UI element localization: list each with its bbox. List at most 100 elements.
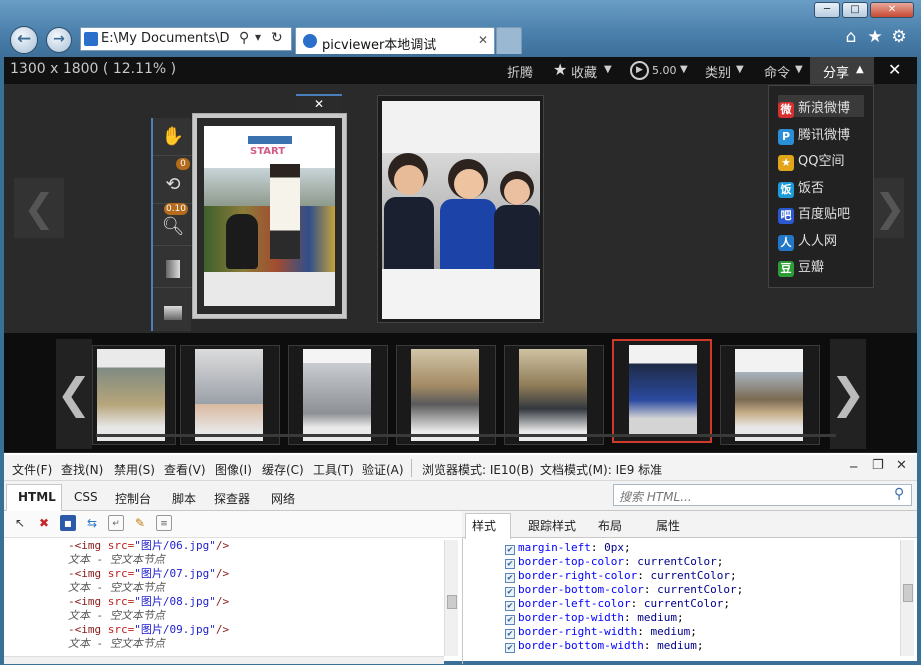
css-property-checkbox[interactable]: ✔ <box>505 587 515 597</box>
current-image[interactable]: START <box>204 126 335 306</box>
play-speed[interactable]: 5.00 <box>652 64 677 77</box>
code-line[interactable]: -<img src="图片/09.jpg"/> <box>68 623 229 637</box>
menu-command[interactable]: 命令 <box>764 62 790 81</box>
viewer-close-button[interactable]: ✕ <box>888 60 901 79</box>
tab-3[interactable]: 脚本 <box>172 490 196 507</box>
html-search-input[interactable]: 搜索 HTML... ⚲ <box>613 484 912 506</box>
menu-fold[interactable]: 折腾 <box>507 62 533 81</box>
code-line[interactable]: 文本 - 空文本节点 <box>68 553 165 567</box>
css-property-row[interactable]: ✔ border-bottom-color: currentColor; <box>505 583 743 597</box>
css-property-row[interactable]: ✔ border-bottom-width: medium; <box>505 639 703 653</box>
share-item-2[interactable]: ★ QQ空间 <box>778 148 864 171</box>
dom-view-icon[interactable]: ≡ <box>156 515 172 531</box>
code-line[interactable]: -<img src="图片/07.jpg"/> <box>68 567 229 581</box>
devtools-menu-item[interactable]: 文件(F) <box>12 461 52 478</box>
code-line[interactable]: 文本 - 空文本节点 <box>68 581 165 595</box>
devtools-undock-icon[interactable]: ❐ <box>872 458 884 473</box>
devtools-menu-item[interactable]: 查找(N) <box>61 461 103 478</box>
tab-1[interactable]: CSS <box>74 490 98 504</box>
tab-4[interactable]: 探查器 <box>214 490 250 507</box>
filmstrip-scrollbar[interactable] <box>96 434 836 437</box>
word-wrap-icon[interactable]: ↵ <box>108 515 124 531</box>
html-tree-scrollbar[interactable] <box>444 540 458 656</box>
devtools-menu-item[interactable]: 缓存(C) <box>262 461 304 478</box>
favorites-icon[interactable]: ★ <box>864 27 886 47</box>
tab-5[interactable]: 网络 <box>271 490 295 507</box>
devtools-menu-item[interactable]: 文档模式(M): IE9 标准 <box>540 461 662 478</box>
devtools-menu-item[interactable]: 禁用(S) <box>114 461 155 478</box>
select-element-icon[interactable]: ↖ <box>12 515 28 531</box>
window-close-button[interactable]: ✕ <box>870 2 914 18</box>
viewer-next-arrow[interactable]: ❯ <box>874 178 906 238</box>
filmstrip-prev-arrow[interactable]: ❮ <box>56 339 92 449</box>
css-property-row[interactable]: ✔ border-right-width: medium; <box>505 625 697 639</box>
menu-share[interactable]: 分享 ▲ <box>810 57 874 84</box>
share-item-3[interactable]: 饭饭否 <box>778 175 864 198</box>
css-property-row[interactable]: ✔ border-top-width: medium; <box>505 611 684 625</box>
css-property-checkbox[interactable]: ✔ <box>505 629 515 639</box>
devtools-menu-item[interactable]: 查看(V) <box>164 461 206 478</box>
back-button[interactable]: ← <box>10 26 38 54</box>
search-icon[interactable]: ⚲ <box>239 30 249 46</box>
css-property-checkbox[interactable]: ✔ <box>505 545 515 555</box>
save-icon[interactable]: ▪ <box>60 515 76 531</box>
share-item-1[interactable]: P 腾讯微博 <box>778 122 864 145</box>
style-tab-0[interactable]: 样式 <box>472 517 496 534</box>
filmstrip-thumbnail[interactable] <box>504 345 604 445</box>
code-line[interactable]: -<img src="图片/08.jpg"/> <box>68 595 229 609</box>
style-tab-1[interactable]: 跟踪样式 <box>528 517 576 534</box>
rotate-icon[interactable]: ⟲ <box>153 166 193 204</box>
pane-divider[interactable] <box>462 538 463 664</box>
flip-vertical-icon[interactable] <box>153 250 193 288</box>
hand-drag-icon[interactable]: ✋ <box>153 118 193 156</box>
tab-0[interactable]: HTML <box>18 490 56 504</box>
share-item-0[interactable]: 微新浪微博 <box>778 95 864 118</box>
share-item-6[interactable]: 豆豆瓣 <box>778 254 864 277</box>
clear-icon[interactable]: ✖ <box>36 515 52 531</box>
next-image[interactable] <box>382 101 540 319</box>
home-icon[interactable]: ⌂ <box>840 27 862 47</box>
devtools-menu-item[interactable]: 工具(T) <box>313 461 354 478</box>
new-tab-button[interactable] <box>496 27 522 54</box>
tab-picviewer[interactable]: picviewer本地调试 ✕ <box>295 27 495 54</box>
flip-horizontal-icon[interactable] <box>153 294 193 332</box>
tab-close-icon[interactable]: ✕ <box>478 33 488 47</box>
filmstrip-thumbnail[interactable] <box>180 345 280 445</box>
filmstrip-thumbnail[interactable] <box>612 339 712 443</box>
maximize-button[interactable]: □ <box>842 2 868 18</box>
tab-2[interactable]: 控制台 <box>115 490 151 507</box>
css-property-row[interactable]: ✔ border-left-color: currentColor; <box>505 597 730 611</box>
refresh-icon[interactable]: ↻ <box>271 30 283 46</box>
code-line[interactable]: 文本 - 空文本节点 <box>68 637 165 651</box>
menu-collect[interactable]: 收藏 <box>571 62 597 81</box>
gallery-close-button[interactable]: ✕ <box>296 94 342 112</box>
forward-button[interactable]: → <box>46 27 72 53</box>
css-property-row[interactable]: ✔ border-top-color: currentColor; <box>505 555 723 569</box>
address-bar[interactable]: E:\My Documents\Des ⚲ ▾ ↻ <box>80 27 292 51</box>
refresh-dom-icon[interactable]: ⇆ <box>84 515 100 531</box>
address-dropdown-icon[interactable]: ▾ <box>255 30 261 44</box>
css-property-checkbox[interactable]: ✔ <box>505 643 515 653</box>
filmstrip-thumbnail[interactable] <box>92 345 176 445</box>
share-item-5[interactable]: 人人人网 <box>778 228 864 251</box>
code-line[interactable]: 文本 - 空文本节点 <box>68 609 165 623</box>
code-line[interactable]: -<img src="图片/06.jpg"/> <box>68 539 229 553</box>
style-scrollbar[interactable] <box>900 540 914 656</box>
style-tab-2[interactable]: 布局 <box>598 517 622 534</box>
css-property-row[interactable]: ✔ border-right-color: currentColor; <box>505 569 737 583</box>
edit-icon[interactable]: ✎ <box>132 515 148 531</box>
css-property-checkbox[interactable]: ✔ <box>505 559 515 569</box>
css-property-row[interactable]: ✔ margin-left: 0px; <box>505 541 631 555</box>
devtools-menu-item[interactable]: 验证(A) <box>362 461 404 478</box>
share-item-4[interactable]: 吧百度贴吧 <box>778 201 864 224</box>
devtools-minimize-icon[interactable]: ─ <box>850 460 857 474</box>
style-tab-3[interactable]: 属性 <box>656 517 680 534</box>
html-search-icon[interactable]: ⚲ <box>894 486 904 502</box>
devtools-menu-item[interactable]: 图像(I) <box>215 461 252 478</box>
filmstrip-next-arrow[interactable]: ❯ <box>830 339 866 449</box>
play-icon[interactable]: ▶ <box>630 61 649 80</box>
devtools-close-icon[interactable]: ✕ <box>896 458 907 473</box>
minimize-button[interactable]: ─ <box>814 2 840 18</box>
filmstrip-thumbnail[interactable] <box>720 345 820 445</box>
css-property-checkbox[interactable]: ✔ <box>505 573 515 583</box>
